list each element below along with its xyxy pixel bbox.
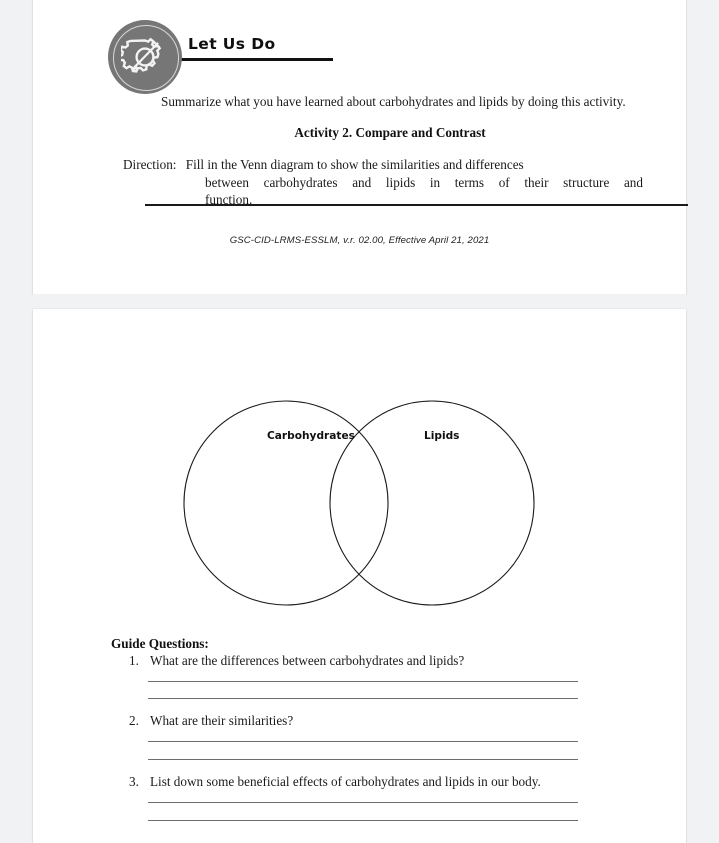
question-item: 1. What are the differences between carb… (129, 653, 599, 670)
question-item: 3. List down some beneficial effects of … (129, 774, 599, 791)
question-2: 2. What are their similarities? (129, 713, 599, 730)
document-page-1: Let Us Do Summarize what you have learne… (33, 0, 688, 294)
question-3: 3. List down some beneficial effects of … (129, 774, 599, 791)
question-1-number: 1. (129, 653, 139, 668)
section-title-block: Let Us Do (150, 20, 333, 61)
venn-label-right: Lipids (424, 430, 460, 442)
section-header: Let Us Do (108, 20, 333, 94)
question-3-number: 3. (129, 774, 139, 789)
direction-line-2: between carbohydrates and lipids in term… (205, 174, 643, 190)
direction-block: Direction: Fill in the Venn diagram to s… (123, 156, 643, 209)
question-1: 1. What are the differences between carb… (129, 653, 599, 670)
direction-line-1-text: Fill in the Venn diagram to show the sim… (185, 157, 524, 172)
question-2-text: What are their similarities? (150, 713, 294, 728)
question-item: 2. What are their similarities? (129, 713, 599, 730)
answer-line[interactable] (148, 698, 578, 699)
page-divider-rule (145, 204, 688, 207)
venn-label-left: Carbohydrates (267, 430, 355, 442)
document-viewport: Let Us Do Summarize what you have learne… (0, 0, 719, 843)
question-3-text: List down some beneficial effects of car… (150, 774, 541, 789)
question-1-text: What are the differences between carbohy… (150, 653, 465, 668)
answer-line[interactable] (148, 802, 578, 803)
direction-label: Direction: (123, 157, 177, 172)
venn-diagram: Carbohydrates Lipids (181, 399, 537, 607)
answer-line[interactable] (148, 820, 578, 821)
direction-line-1: Direction: Fill in the Venn diagram to s… (123, 156, 643, 174)
page-title: Let Us Do (188, 35, 276, 53)
activity-title: Activity 2. Compare and Contrast (294, 125, 486, 140)
answer-line[interactable] (148, 681, 578, 682)
page-separator-gap (33, 294, 686, 309)
question-2-number: 2. (129, 713, 139, 728)
guide-questions-heading: Guide Questions: (111, 636, 209, 651)
document-page-2: Carbohydrates Lipids Guide Questions: 1.… (33, 309, 686, 843)
answer-line[interactable] (148, 741, 578, 742)
intro-paragraph: Summarize what you have learned about ca… (161, 94, 626, 109)
page-footer-code: GSC-CID-LRMS-ESSLM, v.r. 02.00, Effectiv… (229, 235, 490, 246)
answer-line[interactable] (148, 759, 578, 760)
gear-pencil-icon (108, 20, 182, 94)
